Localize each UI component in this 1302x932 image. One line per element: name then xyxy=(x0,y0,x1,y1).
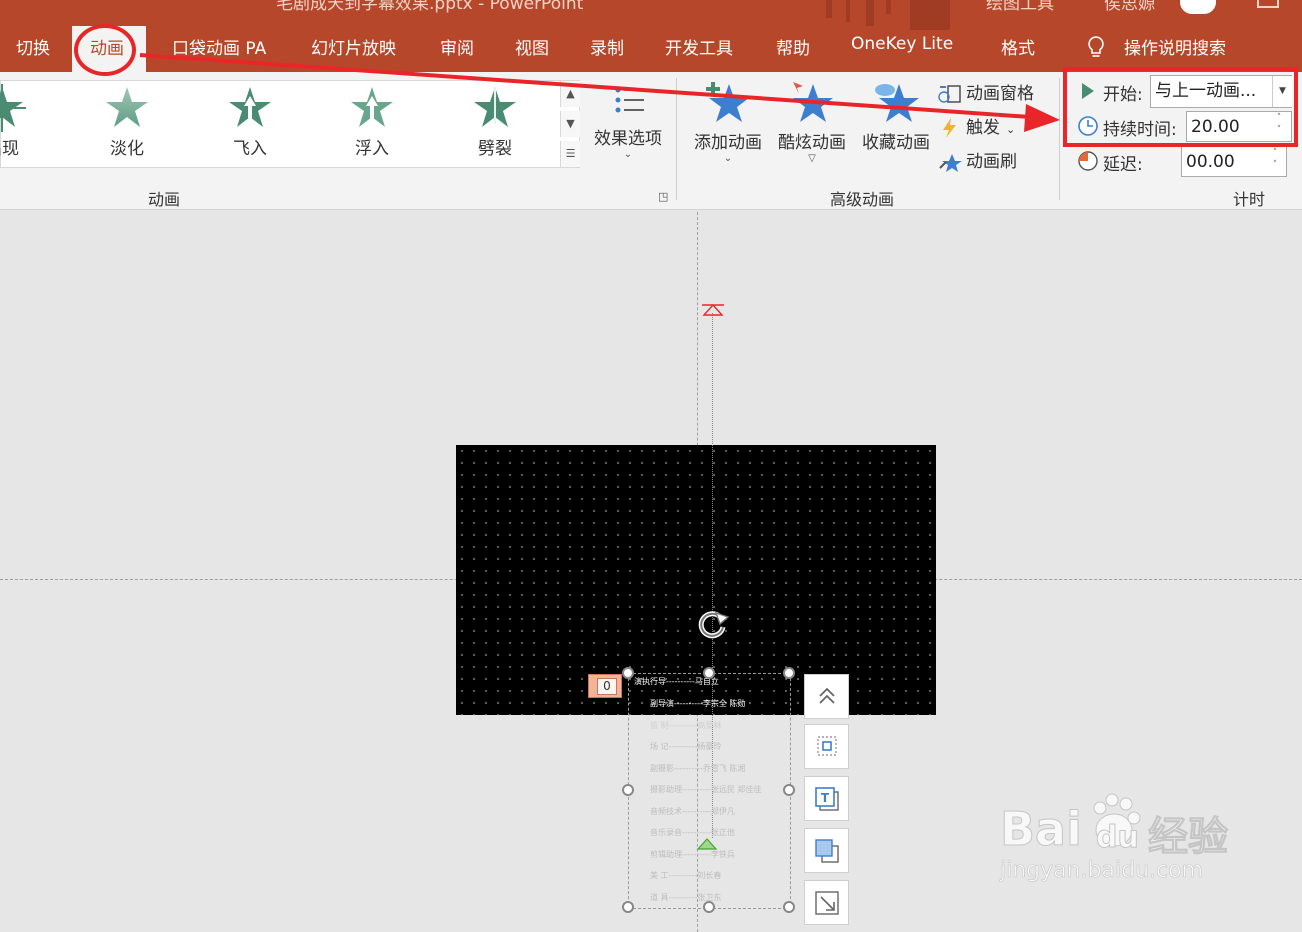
shape-fill-icon xyxy=(814,839,839,863)
baidu-watermark: Bai du 经验 jingyan.baidu.com xyxy=(1000,790,1260,883)
resize-handle-right[interactable] xyxy=(783,784,795,796)
credit-line: 剪辑助理----------李铁兵 xyxy=(650,850,735,859)
shape-fill-button[interactable] xyxy=(804,828,849,873)
resize-shape-button[interactable] xyxy=(804,880,849,925)
arrow-annotation xyxy=(139,53,1060,132)
credit-line: 场 记----------杨豪玲 xyxy=(650,742,722,751)
resize-handle-top-left[interactable] xyxy=(622,667,634,679)
motion-path-end-marker xyxy=(702,302,724,321)
svg-text:T: T xyxy=(820,791,829,805)
resize-arrow-icon xyxy=(814,891,839,915)
watermark-brand-cn: 经验 xyxy=(1148,814,1229,861)
text-box-button[interactable]: T xyxy=(804,776,849,821)
credit-line: 副摄影----------乔雪飞 陈湘 xyxy=(650,764,746,773)
credit-line: 音频技术----------郑伊凡 xyxy=(650,807,735,816)
credit-line: 音乐录音----------张正他 xyxy=(650,828,735,837)
rotate-handle-icon[interactable] xyxy=(694,607,732,645)
credit-line: 副导演----------李宗全 陈勋 xyxy=(650,699,746,708)
watermark-brand: Bai xyxy=(1000,802,1083,857)
resize-handle-top[interactable] xyxy=(703,667,715,679)
resize-handle-bottom[interactable] xyxy=(703,901,715,913)
credit-line: 美 工----------刘长春 xyxy=(650,871,722,880)
animation-number-tag[interactable]: 0 xyxy=(588,674,622,698)
watermark-brand-du: du xyxy=(1096,820,1140,856)
resize-handle-bottom-right[interactable] xyxy=(783,901,795,913)
credits-textbox[interactable]: 演执行导----------马自立 副导演----------李宗全 陈勋 监 … xyxy=(632,676,788,906)
resize-handle-bottom-left[interactable] xyxy=(622,901,634,913)
resize-handle-top-right[interactable] xyxy=(783,667,795,679)
collapse-button[interactable] xyxy=(804,674,849,719)
double-chevron-up-icon xyxy=(818,687,835,704)
layout-options-icon xyxy=(816,736,837,756)
text-box-icon: T xyxy=(814,787,839,811)
animation-number: 0 xyxy=(597,678,617,695)
credit-line: 摄影助理----------张远民 郑佳佳 xyxy=(650,785,762,794)
resize-handle-left[interactable] xyxy=(622,784,634,796)
layout-options-button[interactable] xyxy=(804,724,849,769)
credit-line: 监 制----------高爱林 xyxy=(650,721,722,730)
